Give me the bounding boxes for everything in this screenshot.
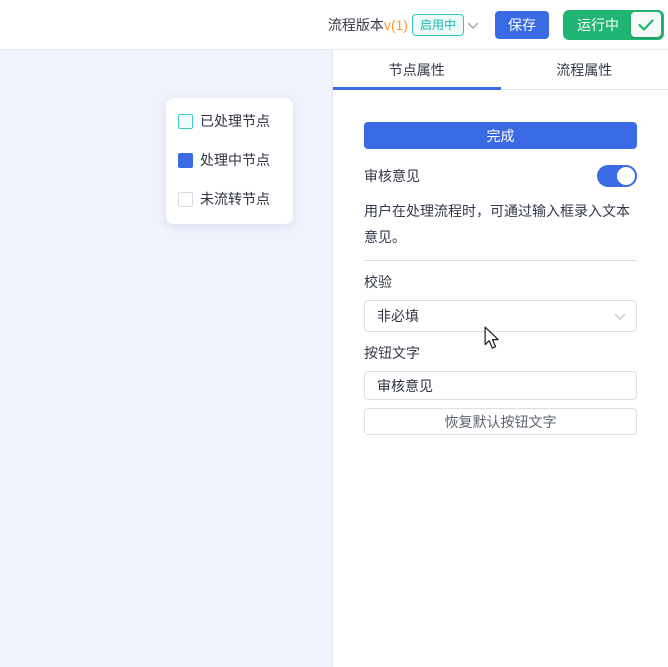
legend-label: 处理中节点 <box>200 152 270 168</box>
panel-content: 完成 审核意见 用户在处理流程时，可通过输入框录入文本意见。 校验 非必填 按钮… <box>333 90 668 435</box>
finish-button[interactable]: 完成 <box>364 122 637 149</box>
tab-node-properties[interactable]: 节点属性 <box>333 50 501 90</box>
section-divider <box>364 260 637 261</box>
panel-tabs: 节点属性 流程属性 <box>333 50 668 90</box>
chevron-down-icon[interactable] <box>467 22 479 30</box>
legend-item-processed: 已处理节点 <box>178 111 281 131</box>
flow-title-group: 流程版本 v(1) 启用中 <box>327 13 481 36</box>
status-badge: 启用中 <box>411 13 464 36</box>
validation-selected-value: 非必填 <box>377 308 419 324</box>
run-enabled-checkbox[interactable] <box>631 12 661 37</box>
button-text-label: 按钮文字 <box>364 345 420 361</box>
flow-title: 流程版本 <box>327 16 384 33</box>
restore-default-button[interactable]: 恢复默认按钮文字 <box>364 408 637 435</box>
run-status-button[interactable]: 运行中 <box>563 9 664 40</box>
check-icon <box>638 18 654 31</box>
validation-select[interactable]: 非必填 <box>364 300 637 332</box>
review-opinion-label: 审核意见 <box>364 168 420 184</box>
run-status-label: 运行中 <box>577 16 619 33</box>
chevron-down-icon <box>614 308 626 324</box>
review-opinion-row: 审核意见 <box>364 165 637 187</box>
processed-node-swatch <box>178 113 193 129</box>
legend-item-processing: 处理中节点 <box>178 150 281 170</box>
tab-flow-properties[interactable]: 流程属性 <box>501 50 668 89</box>
pending-node-swatch <box>178 191 193 207</box>
main-area: 已处理节点 处理中节点 未流转节点 节点属性 流程属性 完成 审核意见 用户在处… <box>0 50 668 667</box>
node-legend-card: 已处理节点 处理中节点 未流转节点 <box>166 98 293 224</box>
legend-label: 已处理节点 <box>200 113 270 129</box>
legend-label: 未流转节点 <box>200 191 270 207</box>
save-button[interactable]: 保存 <box>495 10 549 39</box>
button-text-input[interactable] <box>364 371 637 400</box>
toggle-knob <box>617 167 635 185</box>
legend-item-pending: 未流转节点 <box>178 189 281 209</box>
validation-label: 校验 <box>364 274 392 290</box>
top-bar: 流程版本 v(1) 启用中 保存 运行中 <box>0 0 668 50</box>
properties-panel: 节点属性 流程属性 完成 审核意见 用户在处理流程时，可通过输入框录入文本意见。… <box>332 50 668 667</box>
app-window: 流程版本 v(1) 启用中 保存 运行中 已处理节点 处理中节点 未流转节点 节… <box>0 0 668 667</box>
review-opinion-description: 用户在处理流程时，可通过输入框录入文本意见。 <box>364 203 630 245</box>
flow-version: v(1) <box>383 16 408 33</box>
review-opinion-toggle[interactable] <box>597 165 637 187</box>
processing-node-swatch <box>178 152 193 168</box>
flow-canvas[interactable]: 已处理节点 处理中节点 未流转节点 <box>0 50 332 667</box>
